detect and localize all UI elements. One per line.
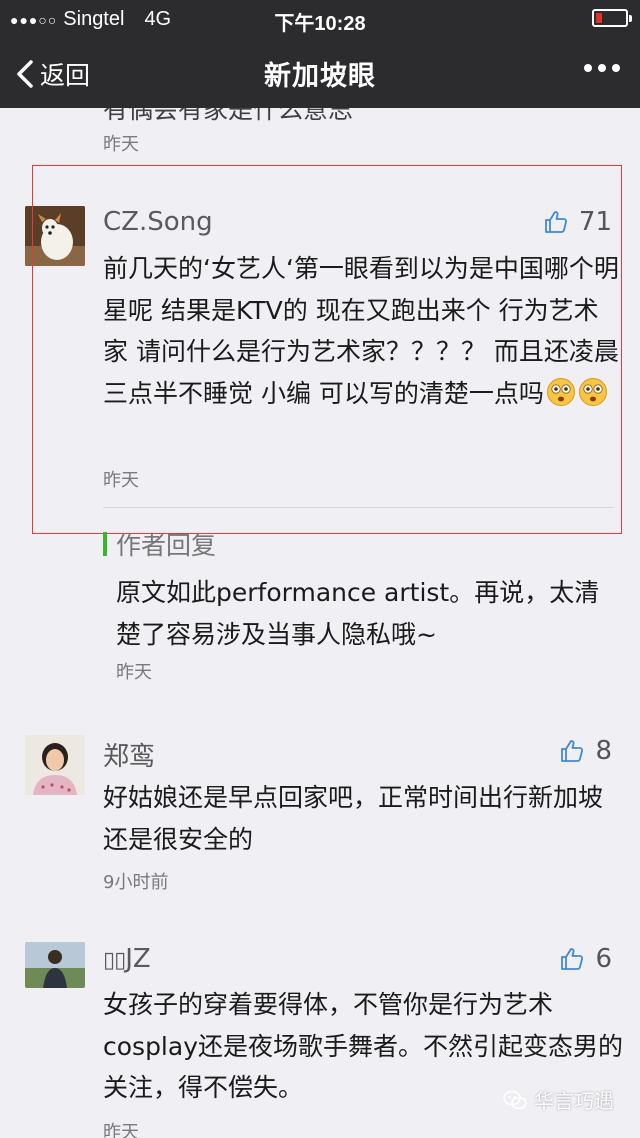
battery-fill xyxy=(596,13,602,23)
comment-author[interactable]: ▯▯JZ xyxy=(103,944,151,974)
comment-text: 好姑娘还是早点回家吧，正常时间出行新加坡还是很安全的 xyxy=(103,783,604,854)
like-button[interactable]: 8 xyxy=(559,736,612,766)
more-dot-icon xyxy=(612,64,620,72)
avatar[interactable] xyxy=(25,942,85,988)
author-reply-label: 作者回复 xyxy=(116,531,217,560)
more-button[interactable] xyxy=(584,64,620,72)
comments-list[interactable]: 有偶会有家是什么意思 昨天 CZ.Song 71 前几天的‘女艺人‘第一眼看到以… xyxy=(0,108,640,1138)
nav-bar: 返回 新加坡眼 xyxy=(0,38,640,108)
partial-comment-text: 有偶会有家是什么意思 xyxy=(103,108,354,124)
divider xyxy=(103,507,614,508)
comment-author-name: JZ xyxy=(125,944,151,974)
comment-author[interactable]: 郑鸾 xyxy=(103,736,155,773)
status-bar: ●●●○○ Singtel 4G 下午10:28 xyxy=(0,0,640,38)
battery-icon xyxy=(592,9,632,27)
page-title: 新加坡眼 xyxy=(264,61,376,92)
author-reply-header: 作者回复 xyxy=(103,526,216,562)
like-button[interactable]: 6 xyxy=(559,944,612,974)
wechat-icon xyxy=(503,1090,527,1109)
author-reply-time: 昨天 xyxy=(116,662,152,683)
comment-time: 9小时前 xyxy=(103,872,169,893)
thumbs-up-icon xyxy=(561,740,584,762)
missing-glyph-icon: ▯▯ xyxy=(103,948,126,973)
more-dot-icon xyxy=(584,64,592,72)
thumbs-up-icon xyxy=(561,948,584,970)
person-avatar-icon xyxy=(25,735,85,795)
more-dot-icon xyxy=(598,64,606,72)
watermark: 华言巧遇 xyxy=(503,1085,614,1114)
comment-time: 昨天 xyxy=(103,1122,139,1138)
reply-accent-bar xyxy=(103,532,107,556)
author-reply-text: 原文如此performance artist。再说，太清楚了容易涉及当事人隐私哦… xyxy=(116,578,600,649)
watermark-text: 华言巧遇 xyxy=(534,1089,614,1113)
like-count: 8 xyxy=(595,736,612,766)
highlight-box xyxy=(32,165,622,534)
partial-comment-time: 昨天 xyxy=(103,134,139,155)
like-count: 6 xyxy=(595,944,612,974)
status-time: 下午10:28 xyxy=(274,13,366,35)
avatar[interactable] xyxy=(25,735,85,795)
person-avatar-icon xyxy=(25,942,85,988)
